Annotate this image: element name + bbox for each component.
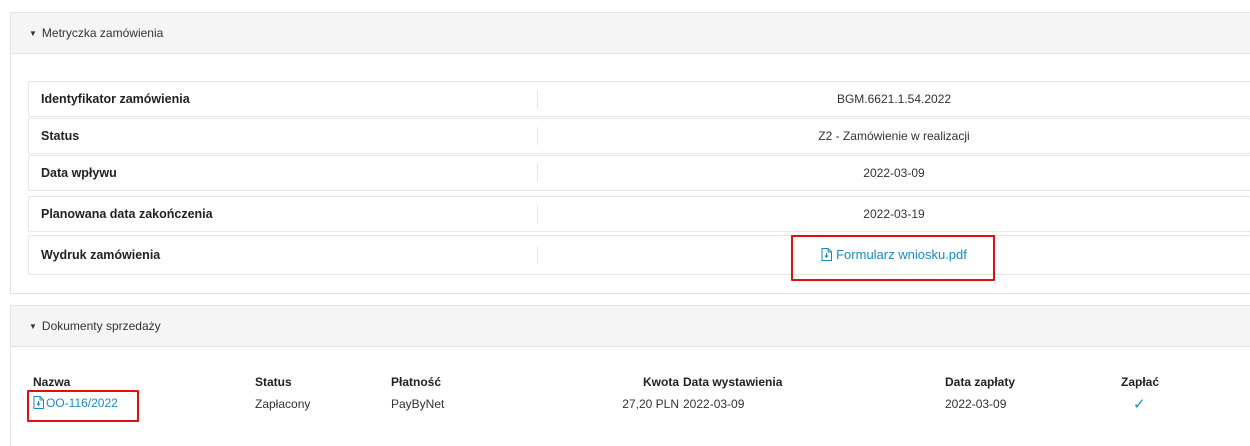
col-header-name: Nazwa (33, 375, 71, 389)
cell-pay: ✓ (1121, 392, 1233, 416)
meta-label: Data wpływu (41, 166, 117, 180)
meta-label: Status (41, 129, 80, 143)
col-header-status: Status (255, 375, 292, 389)
meta-row-order-id: Identyfikator zamówienia BGM.6621.1.54.2… (28, 81, 1250, 117)
caret-down-icon: ▼ (29, 28, 37, 38)
meta-label: Identyfikator zamówienia (41, 92, 190, 106)
document-link[interactable]: OO-116/2022 (33, 396, 118, 410)
cell-status: Zapłacony (255, 397, 311, 411)
pdf-file-icon (33, 396, 44, 412)
meta-value: Z2 - Zamówienie w realizacji (818, 129, 970, 143)
sales-documents-panel: ▼ Dokumenty sprzedaży Nazwa Status Płatn… (10, 305, 1250, 446)
col-header-issue-date: Data wystawienia (683, 375, 783, 389)
cell-payment: PayByNet (391, 397, 445, 411)
sales-documents-table: Nazwa Status Płatność Kwota Data wystawi… (33, 372, 1233, 416)
order-metrics-panel: ▼ Metryczka zamówienia Identyfikator zam… (10, 12, 1250, 294)
col-header-amount: Kwota (643, 375, 679, 389)
meta-row-status: Status Z2 - Zamówienie w realizacji (28, 118, 1250, 154)
meta-value: BGM.6621.1.54.2022 (836, 92, 952, 106)
document-link-label: OO-116/2022 (46, 396, 118, 410)
col-header-pay: Zapłać (1121, 375, 1160, 389)
cell-payment-date: 2022-03-09 (945, 397, 1007, 411)
col-header-payment-date: Data zapłaty (945, 375, 1016, 389)
table-header-row: Nazwa Status Płatność Kwota Data wystawi… (33, 372, 1233, 392)
sales-documents-title: Dokumenty sprzedaży (41, 319, 161, 333)
checkmark-icon: ✓ (1133, 396, 1146, 413)
meta-value: 2022-03-09 (863, 166, 925, 180)
meta-value: 2022-03-19 (863, 207, 925, 221)
sales-documents-header[interactable]: ▼ Dokumenty sprzedaży (11, 306, 1250, 347)
col-header-payment: Płatność (391, 375, 442, 389)
pdf-file-icon (821, 247, 833, 264)
meta-row-received-date: Data wpływu 2022-03-09 (28, 155, 1250, 191)
meta-value: Formularz wniosku.pdf (538, 247, 1250, 264)
cell-issue-date: 2022-03-09 (683, 397, 745, 411)
order-metrics-header[interactable]: ▼ Metryczka zamówienia (11, 13, 1250, 54)
order-pdf-link[interactable]: Formularz wniosku.pdf (821, 247, 967, 262)
order-metrics-title: Metryczka zamówienia (41, 26, 164, 40)
meta-row-order-printout: Wydruk zamówienia Formularz wniosku.pdf (28, 235, 1250, 275)
meta-label: Planowana data zakończenia (41, 207, 213, 221)
cell-amount: 27,20 PLN (622, 397, 679, 411)
meta-label: Wydruk zamówienia (41, 248, 161, 262)
cell-name: OO-116/2022 (33, 392, 255, 416)
caret-down-icon: ▼ (29, 321, 37, 331)
order-pdf-link-label: Formularz wniosku.pdf (836, 246, 967, 262)
meta-row-planned-end-date: Planowana data zakończenia 2022-03-19 (28, 196, 1250, 232)
table-row: OO-116/2022 Zapłacony PayByNet 27,20 PLN… (33, 392, 1233, 416)
